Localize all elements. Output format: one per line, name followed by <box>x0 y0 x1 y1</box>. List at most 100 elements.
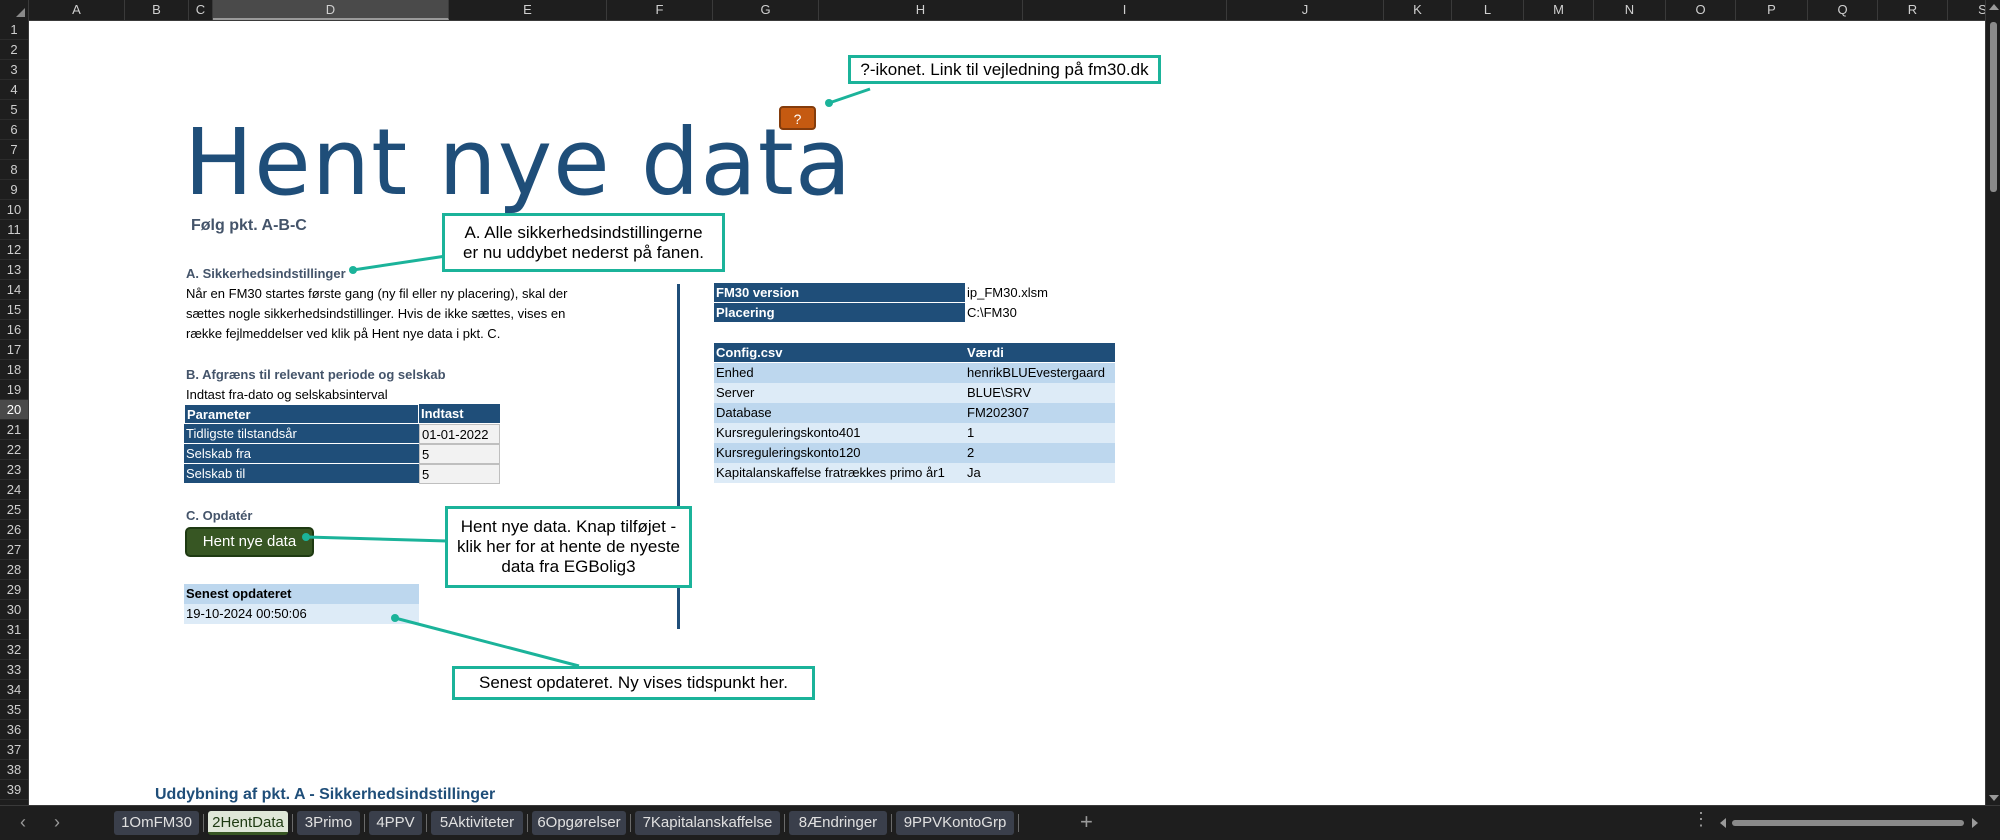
sheet-tab[interactable]: 4PPV <box>369 811 422 835</box>
connector-security-dot <box>349 266 357 274</box>
row-header-8[interactable]: 8 <box>0 160 28 180</box>
row-header-9[interactable]: 9 <box>0 180 28 200</box>
column-header-q[interactable]: Q <box>1808 0 1878 20</box>
tab-separator <box>891 814 892 832</box>
tab-separator <box>426 814 427 832</box>
row-header-26[interactable]: 26 <box>0 520 28 540</box>
row-header-21[interactable]: 21 <box>0 420 28 440</box>
row-header-32[interactable]: 32 <box>0 640 28 660</box>
sheet-tab[interactable]: 8Ændringer <box>789 811 887 835</box>
column-header-a[interactable]: A <box>29 0 125 20</box>
column-header-l[interactable]: L <box>1452 0 1524 20</box>
row-header-25[interactable]: 25 <box>0 500 28 520</box>
vertical-scrollbar[interactable] <box>1985 0 2000 805</box>
column-header-e[interactable]: E <box>449 0 607 20</box>
row-header-36[interactable]: 36 <box>0 720 28 740</box>
sheet-tab[interactable]: 5Aktiviteter <box>431 811 523 835</box>
row-header-29[interactable]: 29 <box>0 580 28 600</box>
column-header-n[interactable]: N <box>1594 0 1666 20</box>
row-header-28[interactable]: 28 <box>0 560 28 580</box>
sheet-tab-bar: ‹ › 1OmFM30 2HentData 3Primo 4PPV 5Aktivitet… <box>0 805 2000 840</box>
worksheet-grid[interactable]: Hent nye data ? Følg pkt. A-B-C A. Sikke… <box>29 21 1985 805</box>
row-header-3[interactable]: 3 <box>0 60 28 80</box>
row-header-24[interactable]: 24 <box>0 480 28 500</box>
callout-help: ?-ikonet. Link til vejledning på fm30.dk <box>848 55 1161 84</box>
row-header-12[interactable]: 12 <box>0 240 28 260</box>
chevron-right-icon[interactable]: › <box>54 812 60 833</box>
row-header-30[interactable]: 30 <box>0 600 28 620</box>
vertical-scroll-thumb[interactable] <box>1990 22 1997 192</box>
chevron-left-icon[interactable]: ‹ <box>20 812 26 833</box>
row-header-14[interactable]: 14 <box>0 280 28 300</box>
horizontal-scrollbar[interactable] <box>1720 818 1978 828</box>
sheet-tab[interactable]: 3Primo <box>297 811 360 835</box>
sheet-tab[interactable]: 7Kapitalanskaffelse <box>635 811 780 835</box>
connector-help-dot <box>825 99 833 107</box>
row-header-33[interactable]: 33 <box>0 660 28 680</box>
tab-separator <box>364 814 365 832</box>
column-header-c[interactable]: C <box>189 0 213 20</box>
row-header-37[interactable]: 37 <box>0 740 28 760</box>
tab-separator <box>203 814 204 832</box>
scroll-up-icon[interactable] <box>1989 4 1999 10</box>
row-header-17[interactable]: 17 <box>0 340 28 360</box>
row-header-31[interactable]: 31 <box>0 620 28 640</box>
column-header-i[interactable]: I <box>1023 0 1227 20</box>
column-header-j[interactable]: J <box>1227 0 1384 20</box>
tab-separator <box>527 814 528 832</box>
row-header-20[interactable]: 20 <box>0 400 28 420</box>
row-header-27[interactable]: 27 <box>0 540 28 560</box>
connector-updated <box>394 616 580 668</box>
sheet-tab[interactable]: 1OmFM30 <box>114 811 199 835</box>
column-header-r[interactable]: R <box>1878 0 1948 20</box>
scroll-left-icon[interactable] <box>1720 818 1726 828</box>
sheet-tab[interactable]: 6Opgørelser <box>532 811 626 835</box>
row-header-23[interactable]: 23 <box>0 460 28 480</box>
connector-button-dot <box>302 533 310 541</box>
column-header-b[interactable]: B <box>125 0 189 20</box>
column-header-f[interactable]: F <box>607 0 713 20</box>
scroll-down-icon[interactable] <box>1989 795 1999 801</box>
row-header-22[interactable]: 22 <box>0 440 28 460</box>
row-header-18[interactable]: 18 <box>0 360 28 380</box>
vertical-ellipsis-icon[interactable]: ⋮ <box>1692 809 1710 830</box>
column-header-g[interactable]: G <box>713 0 819 20</box>
row-header-35[interactable]: 35 <box>0 700 28 720</box>
callout-security: A. Alle sikkerhedsindstillingerne er nu … <box>442 213 725 272</box>
column-header-p[interactable]: P <box>1736 0 1808 20</box>
row-header-16[interactable]: 16 <box>0 320 28 340</box>
scroll-right-icon[interactable] <box>1972 818 1978 828</box>
row-header-15[interactable]: 15 <box>0 300 28 320</box>
column-header-k[interactable]: K <box>1384 0 1452 20</box>
row-header-2[interactable]: 2 <box>0 40 28 60</box>
tab-separator <box>630 814 631 832</box>
row-header-13[interactable]: 13 <box>0 260 28 280</box>
tab-separator <box>784 814 785 832</box>
tab-separator <box>1018 814 1019 832</box>
column-header-h[interactable]: H <box>819 0 1023 20</box>
column-header-d[interactable]: D <box>213 0 449 20</box>
row-header-4[interactable]: 4 <box>0 80 28 100</box>
plus-icon[interactable]: + <box>1080 809 1093 835</box>
row-header-6[interactable]: 6 <box>0 120 28 140</box>
column-header-m[interactable]: M <box>1524 0 1594 20</box>
connector-button <box>305 535 448 543</box>
row-header-39[interactable]: 39 <box>0 780 28 800</box>
connector-security <box>352 254 447 272</box>
sheet-tab[interactable]: 9PPVKontoGrp <box>896 811 1014 835</box>
connector-help <box>828 87 871 105</box>
row-header-19[interactable]: 19 <box>0 380 28 400</box>
column-header-o[interactable]: O <box>1666 0 1736 20</box>
tab-separator <box>292 814 293 832</box>
horizontal-scroll-thumb[interactable] <box>1732 820 1964 826</box>
row-header-11[interactable]: 11 <box>0 220 28 240</box>
callout-updated: Senest opdateret. Ny vises tidspunkt her… <box>452 666 815 700</box>
row-header-1[interactable]: 1 <box>0 20 28 40</box>
select-all-corner[interactable] <box>0 0 29 20</box>
row-header-7[interactable]: 7 <box>0 140 28 160</box>
row-header-34[interactable]: 34 <box>0 680 28 700</box>
sheet-tab[interactable]: 2HentData <box>208 811 288 835</box>
row-header-38[interactable]: 38 <box>0 760 28 780</box>
row-header-5[interactable]: 5 <box>0 100 28 120</box>
row-header-10[interactable]: 10 <box>0 200 28 220</box>
